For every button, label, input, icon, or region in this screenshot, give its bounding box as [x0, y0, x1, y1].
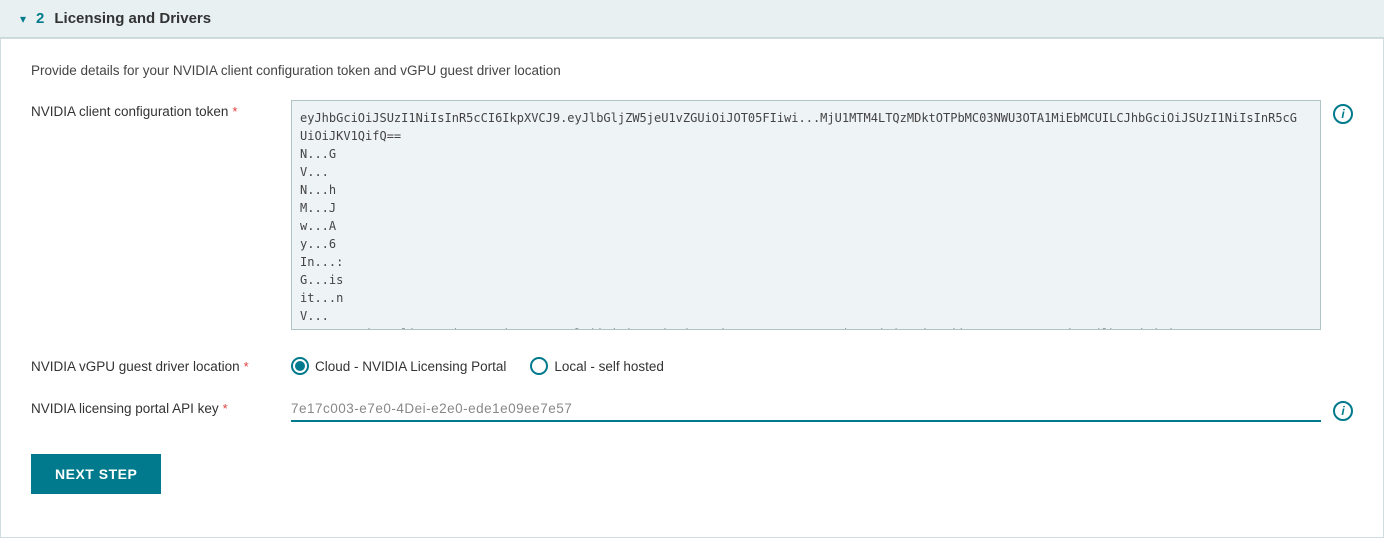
token-textarea[interactable]: eyJhbGciOiJSUzI1NiIsInR5cCI6IkpXVCJ9.eyJ…: [291, 100, 1321, 330]
driver-location-required-star: *: [244, 359, 249, 374]
radio-cloud-option[interactable]: Cloud - NVIDIA Licensing Portal: [291, 357, 506, 375]
radio-cloud-label: Cloud - NVIDIA Licensing Portal: [315, 359, 506, 374]
token-info-icon[interactable]: i: [1333, 104, 1353, 124]
section-header: ▾ 2 Licensing and Drivers: [0, 0, 1384, 38]
driver-location-label-text: NVIDIA vGPU guest driver location: [31, 359, 240, 374]
next-step-button[interactable]: NEXT STEP: [31, 454, 161, 494]
api-key-control-area: i: [291, 397, 1353, 422]
api-key-required-star: *: [223, 401, 228, 416]
radio-cloud-input[interactable]: [291, 357, 309, 375]
api-key-info-icon[interactable]: i: [1333, 401, 1353, 421]
token-label-text: NVIDIA client configuration token: [31, 104, 228, 119]
driver-location-form-group: NVIDIA vGPU guest driver location * Clou…: [31, 355, 1353, 375]
token-required-star: *: [232, 104, 237, 119]
token-form-group: NVIDIA client configuration token * eyJh…: [31, 100, 1353, 333]
radio-local-label: Local - self hosted: [554, 359, 664, 374]
page-wrapper: ▾ 2 Licensing and Drivers Provide detail…: [0, 0, 1384, 538]
textarea-wrapper: eyJhbGciOiJSUzI1NiIsInR5cCI6IkpXVCJ9.eyJ…: [291, 100, 1321, 333]
driver-location-label: NVIDIA vGPU guest driver location *: [31, 355, 291, 374]
token-label: NVIDIA client configuration token *: [31, 100, 291, 119]
api-key-form-group: NVIDIA licensing portal API key * i: [31, 397, 1353, 422]
section-number: 2: [36, 10, 44, 27]
chevron-icon: ▾: [20, 12, 26, 26]
api-key-label: NVIDIA licensing portal API key *: [31, 397, 291, 416]
driver-location-control-area: Cloud - NVIDIA Licensing Portal Local - …: [291, 355, 1353, 375]
section-title: Licensing and Drivers: [54, 10, 211, 27]
radio-local-option[interactable]: Local - self hosted: [530, 357, 664, 375]
token-control-area: eyJhbGciOiJSUzI1NiIsInR5cCI6IkpXVCJ9.eyJ…: [291, 100, 1353, 333]
api-key-input[interactable]: [291, 397, 1321, 422]
description-text: Provide details for your NVIDIA client c…: [31, 63, 1353, 78]
radio-group: Cloud - NVIDIA Licensing Portal Local - …: [291, 355, 664, 375]
section-body: Provide details for your NVIDIA client c…: [0, 38, 1384, 538]
api-key-input-wrapper: [291, 397, 1321, 422]
radio-local-input[interactable]: [530, 357, 548, 375]
api-key-label-text: NVIDIA licensing portal API key: [31, 401, 219, 416]
